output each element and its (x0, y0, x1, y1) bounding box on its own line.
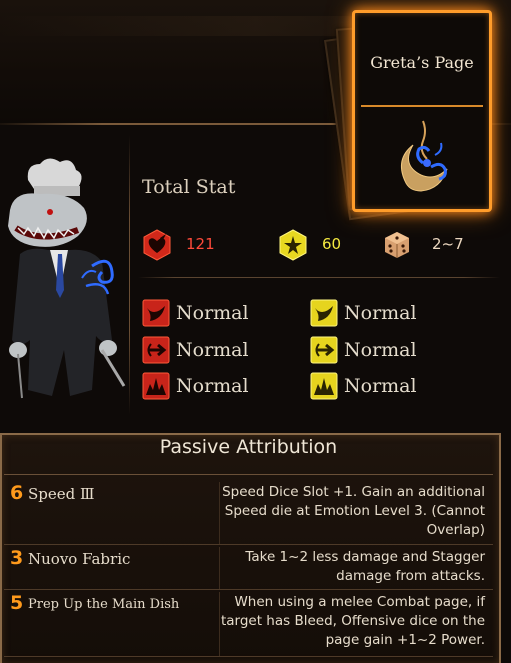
page-title: Greta’s Page (370, 52, 474, 72)
hp-resist-pierce: Normal (142, 335, 249, 365)
pierce-resist-icon (310, 336, 338, 364)
resist-label: Normal (176, 375, 249, 397)
blunt-resist-icon (142, 372, 170, 400)
passive-cost: 6 (10, 482, 24, 504)
passive-name: Prep Up the Main Dish (28, 597, 180, 612)
hp-resist-blunt: Normal (142, 371, 249, 401)
passive-desc: When using a melee Combat page, if targe… (220, 594, 485, 648)
card-front-sheet: Greta’s Page (352, 10, 492, 212)
passive-cost: 3 (10, 547, 24, 569)
passive-cost: 5 (10, 592, 24, 614)
stagger-resist-blunt: Normal (310, 371, 417, 401)
passive-title-divider (4, 474, 493, 475)
resist-label: Normal (344, 302, 417, 324)
speed-dice-icon (385, 232, 409, 258)
slash-resist-icon (310, 299, 338, 327)
resist-label: Normal (344, 375, 417, 397)
hp-heart-icon (143, 229, 171, 261)
stat-divider (138, 277, 500, 278)
stagger-resist-icon (279, 229, 307, 261)
passive-name: Speed Ⅲ (28, 485, 95, 503)
resist-label: Normal (176, 339, 249, 361)
passive-row[interactable]: 6 Speed Ⅲ Speed Dice Slot +1. Gain an ad… (4, 482, 493, 545)
character-portrait (0, 150, 132, 415)
passive-desc: Speed Dice Slot +1. Gain an additional S… (222, 484, 485, 538)
key-page-card[interactable]: Greta’s Page (323, 10, 494, 221)
card-title-box: Greta’s Page (361, 19, 483, 107)
resist-label: Normal (176, 302, 249, 324)
speed-value: 2~7 (432, 235, 464, 253)
hp-resist-slash: Normal (142, 298, 249, 328)
resist-label: Normal (344, 339, 417, 361)
total-stat-heading: Total Stat (142, 176, 236, 198)
passive-row[interactable]: 5 Prep Up the Main Dish When using a mel… (4, 592, 493, 657)
pierce-resist-icon (142, 336, 170, 364)
passive-name: Nuovo Fabric (28, 550, 131, 568)
passive-title: Passive Attribution (159, 436, 338, 458)
stat-row: 121 60 2~7 (140, 228, 500, 262)
moon-ornament-icon (400, 120, 448, 192)
slash-resist-icon (142, 299, 170, 327)
blunt-resist-icon (310, 372, 338, 400)
portrait-divider (129, 135, 130, 415)
hp-value: 121 (186, 235, 215, 253)
passive-desc: Take 1~2 less damage and Stagger damage … (245, 549, 485, 584)
stagger-value: 60 (322, 235, 342, 253)
stagger-resist-slash: Normal (310, 298, 417, 328)
passive-row[interactable]: 3 Nuovo Fabric Take 1~2 less damage and … (4, 547, 493, 590)
stagger-resist-pierce: Normal (310, 335, 417, 365)
